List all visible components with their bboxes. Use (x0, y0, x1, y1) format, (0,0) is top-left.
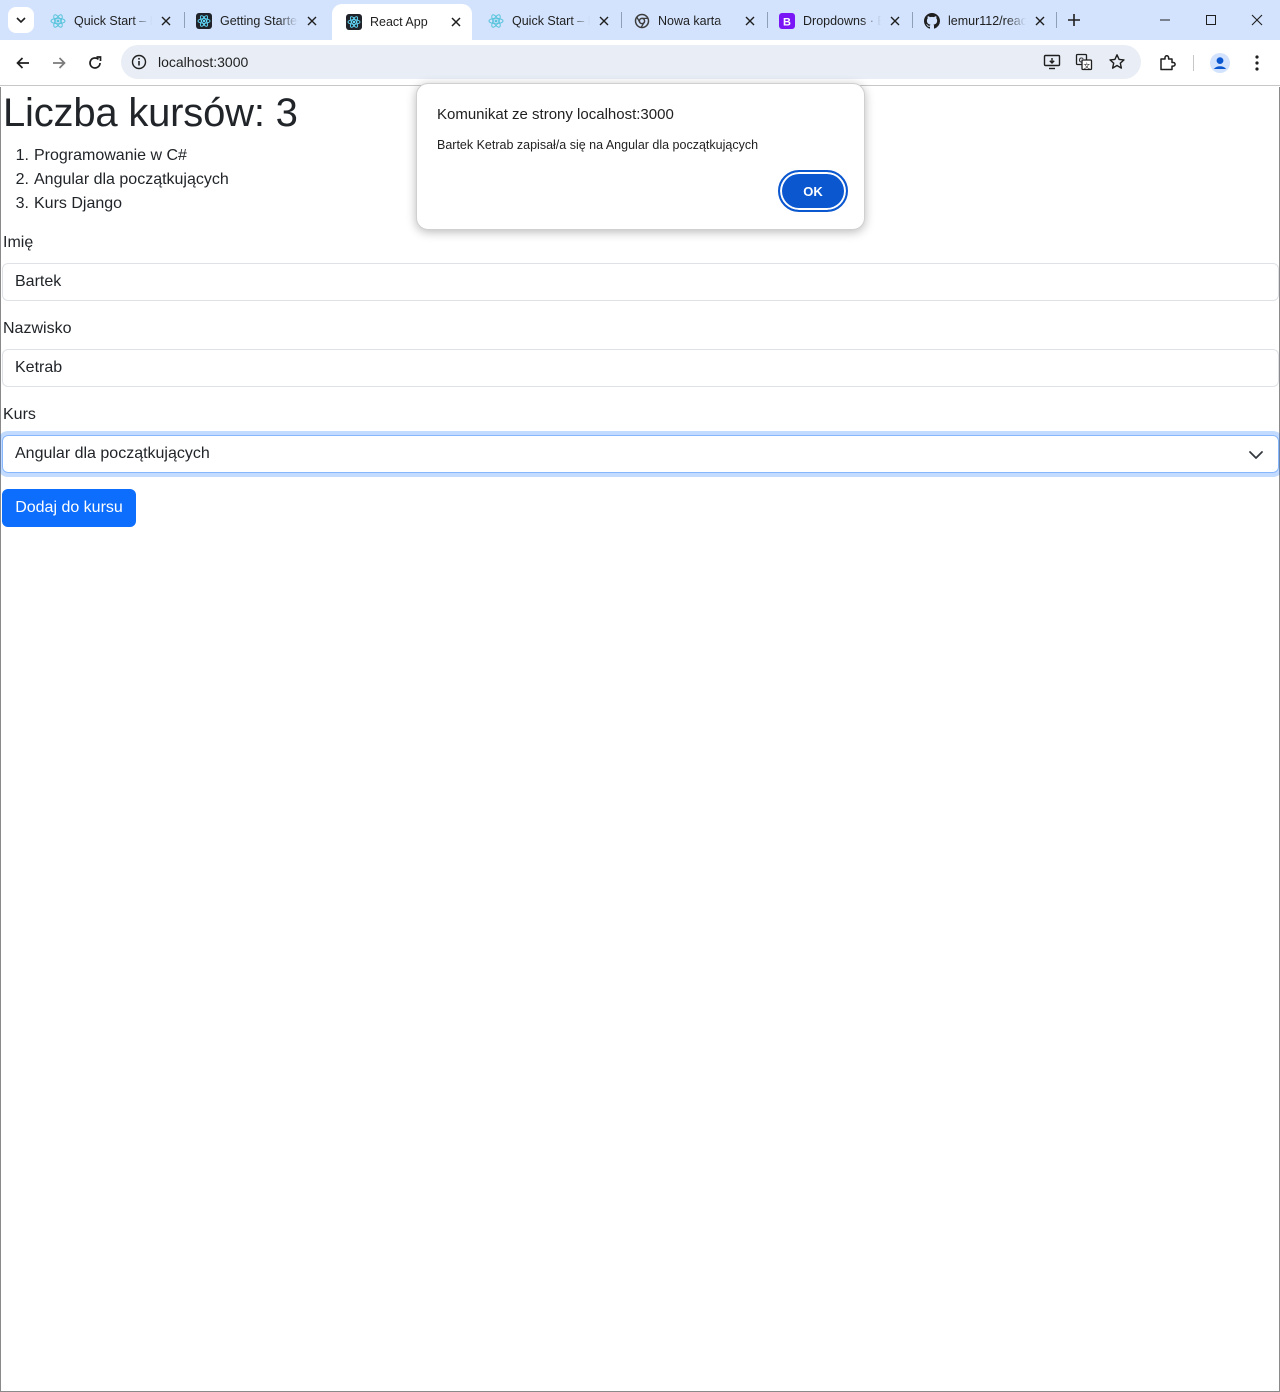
svg-text:文: 文 (1084, 61, 1091, 70)
tab-title: Nowa karta (658, 14, 722, 28)
maximize-button[interactable] (1188, 0, 1234, 40)
browser-toolbar: localhost:3000 G文 (0, 40, 1280, 86)
tab-dropdowns[interactable]: B Dropdowns · Bootstrap (765, 6, 911, 36)
list-item-number: 3. (15, 195, 29, 212)
dialog-title: Komunikat ze strony localhost:3000 (437, 106, 674, 123)
tab-react-app[interactable]: React App (332, 4, 472, 40)
tab-title: Quick Start – React (74, 14, 152, 28)
tab-title: lemur112/react (948, 14, 1026, 28)
address-bar[interactable]: localhost:3000 G文 (121, 45, 1141, 79)
chrome-icon (634, 13, 650, 29)
list-item: 2. Angular dla początkujących (3, 168, 229, 192)
react-icon (488, 13, 504, 29)
last-name-value: Ketrab (15, 359, 63, 376)
more-menu-icon[interactable] (1245, 51, 1269, 75)
tab-separator (1056, 12, 1057, 28)
first-name-value: Bartek (15, 273, 62, 290)
last-name-input[interactable]: Ketrab (2, 349, 1279, 387)
course-list: 1. Programowanie w C# 2. Angular dla począ… (3, 144, 229, 216)
dialog-message: Bartek Ketrab zapisał/a się na Angular d… (437, 138, 759, 152)
tab-title: Getting Started (220, 14, 298, 28)
new-tab-button[interactable] (1062, 8, 1086, 32)
reload-button[interactable] (80, 48, 110, 78)
list-item: 1. Programowanie w C# (3, 144, 229, 168)
close-icon (1251, 14, 1263, 26)
close-icon[interactable] (887, 13, 903, 29)
react-icon (50, 13, 66, 29)
bookmark-star-icon[interactable] (1106, 51, 1128, 73)
forward-button[interactable] (44, 48, 74, 78)
site-info-icon[interactable] (129, 52, 149, 72)
back-button[interactable] (8, 48, 38, 78)
tab-title: React App (370, 15, 428, 29)
add-to-course-button[interactable]: Dodaj do kursu (2, 489, 136, 527)
arrow-right-icon (53, 57, 66, 69)
tab-search-button[interactable] (8, 7, 34, 33)
alert-dialog: Komunikat ze strony localhost:3000 Barte… (416, 83, 865, 230)
bootstrap-icon: B (779, 13, 795, 29)
course-label: Kurs (3, 406, 36, 423)
reload-icon (89, 56, 102, 69)
tab-quick-start-1[interactable]: Quick Start – React (36, 6, 182, 36)
tab-title: Quick Start – React (512, 14, 590, 28)
list-item-number: 2. (15, 171, 29, 188)
arrow-left-icon (16, 57, 29, 69)
chevron-down-icon (1249, 451, 1263, 459)
toolbar-separator (1193, 55, 1194, 71)
tab-strip: Quick Start – React Getting Started Reac… (0, 0, 1280, 40)
list-item-number: 1. (15, 147, 29, 164)
tab-getting-started[interactable]: Getting Started (182, 6, 328, 36)
tab-github[interactable]: lemur112/react (910, 6, 1056, 36)
close-icon[interactable] (158, 13, 174, 29)
install-app-icon[interactable] (1041, 51, 1063, 73)
ok-button[interactable]: OK (778, 170, 848, 212)
minimize-icon (1160, 19, 1170, 21)
minimize-button[interactable] (1142, 0, 1188, 40)
first-name-label: Imię (3, 234, 34, 251)
list-item-label: Kurs Django (34, 195, 123, 212)
svg-text:B: B (783, 16, 791, 28)
close-icon[interactable] (1032, 13, 1048, 29)
course-select-value: Angular dla początkujących (15, 445, 210, 462)
list-item: 3. Kurs Django (3, 192, 229, 216)
close-icon[interactable] (596, 13, 612, 29)
profile-avatar[interactable] (1208, 51, 1232, 75)
chevron-down-icon (16, 17, 26, 24)
address-url: localhost:3000 (158, 54, 249, 70)
maximize-icon (1206, 15, 1216, 25)
react-dark-icon (196, 13, 212, 29)
close-icon[interactable] (742, 13, 758, 29)
close-icon[interactable] (448, 14, 464, 30)
course-select[interactable]: Angular dla początkujących (2, 435, 1279, 473)
tab-title: Dropdowns · Bootstrap (803, 14, 881, 28)
tab-quick-start-2[interactable]: Quick Start – React (474, 6, 620, 36)
translate-icon[interactable]: G文 (1073, 51, 1095, 73)
page-title: Liczba kursów: 3 (3, 91, 298, 135)
extensions-icon[interactable] (1155, 51, 1179, 75)
github-icon (924, 13, 940, 29)
plus-icon (1068, 14, 1080, 26)
first-name-input[interactable]: Bartek (2, 263, 1279, 301)
close-window-button[interactable] (1234, 0, 1280, 40)
page-viewport: Liczba kursów: 3 1. Programowanie w C# 2.… (0, 87, 1280, 1392)
list-item-label: Programowanie w C# (34, 147, 187, 164)
last-name-label: Nazwisko (3, 320, 72, 337)
react-dark-icon (346, 14, 362, 30)
close-icon[interactable] (304, 13, 320, 29)
tab-new-tab[interactable]: Nowa karta (620, 6, 766, 36)
list-item-label: Angular dla początkujących (34, 171, 229, 188)
